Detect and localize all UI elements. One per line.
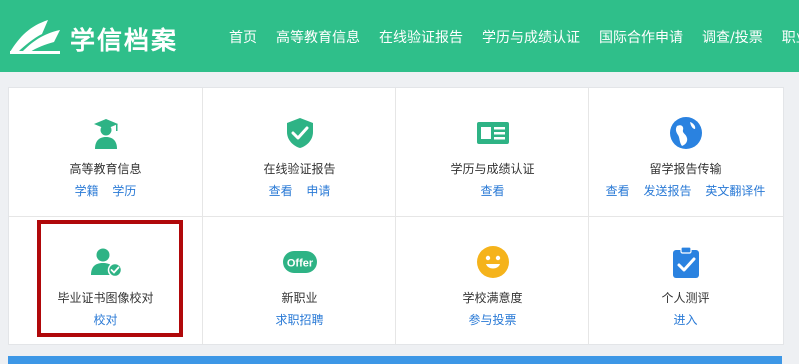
link-view[interactable]: 查看 bbox=[269, 184, 293, 198]
service-school-satisfaction: 学校满意度 参与投票 bbox=[396, 217, 589, 345]
service-title: 留学报告传输 bbox=[649, 162, 722, 176]
service-study-abroad-report: 留学报告传输 查看 发送报告 英文翻译件 bbox=[589, 88, 782, 216]
service-online-verification: 在线验证报告 查看 申请 bbox=[203, 88, 396, 216]
nav-career[interactable]: 职业 bbox=[782, 27, 799, 47]
service-personal-assessment: 个人测评 进入 bbox=[589, 217, 782, 345]
service-title: 学校满意度 bbox=[462, 291, 523, 305]
service-degree-certification: 学历与成绩认证 查看 bbox=[396, 88, 589, 216]
main-nav: 首页 高等教育信息 在线验证报告 学历与成绩认证 国际合作申请 调查/投票 职业 bbox=[229, 27, 799, 47]
offer-badge-text: Offer bbox=[286, 258, 313, 270]
highlight-box bbox=[37, 220, 183, 337]
id-card-icon bbox=[476, 122, 509, 144]
link-view[interactable]: 查看 bbox=[606, 184, 630, 198]
service-title: 新职业 bbox=[281, 291, 318, 305]
nav-higher-education[interactable]: 高等教育信息 bbox=[276, 27, 360, 47]
top-header: 学信档案 首页 高等教育信息 在线验证报告 学历与成绩认证 国际合作申请 调查/… bbox=[0, 0, 799, 72]
service-higher-education: 高等教育信息 学籍 学历 bbox=[9, 88, 202, 216]
nav-survey[interactable]: 调查/投票 bbox=[702, 27, 763, 47]
nav-international[interactable]: 国际合作申请 bbox=[599, 27, 683, 47]
shield-check-icon bbox=[286, 118, 313, 148]
graduate-icon bbox=[93, 119, 118, 149]
link-enter[interactable]: 进入 bbox=[673, 313, 697, 327]
link-student-status[interactable]: 学籍 bbox=[75, 184, 99, 198]
link-vote[interactable]: 参与投票 bbox=[468, 313, 516, 327]
logo-icon[interactable] bbox=[8, 16, 64, 56]
logo-text[interactable]: 学信档案 bbox=[70, 21, 178, 57]
link-english-translation[interactable]: 英文翻译件 bbox=[705, 184, 765, 198]
link-job-recruitment[interactable]: 求职招聘 bbox=[275, 313, 323, 327]
link-send-report[interactable]: 发送报告 bbox=[643, 184, 691, 198]
offer-icon: Offer bbox=[282, 251, 317, 273]
bottom-banner-edge bbox=[8, 356, 782, 364]
nav-degree-certification[interactable]: 学历与成绩认证 bbox=[482, 27, 580, 47]
service-title: 在线验证报告 bbox=[263, 162, 336, 176]
service-title: 个人测评 bbox=[661, 291, 710, 305]
nav-online-verification[interactable]: 在线验证报告 bbox=[379, 27, 463, 47]
link-apply[interactable]: 申请 bbox=[306, 184, 330, 198]
globe-icon bbox=[669, 117, 702, 149]
service-title: 高等教育信息 bbox=[69, 162, 142, 176]
nav-home[interactable]: 首页 bbox=[229, 27, 257, 47]
clipboard-check-icon bbox=[672, 246, 699, 278]
service-new-career: Offer 新职业 求职招聘 bbox=[203, 217, 396, 345]
service-title: 学历与成绩认证 bbox=[450, 162, 535, 176]
smiley-icon bbox=[476, 246, 509, 278]
link-view[interactable]: 查看 bbox=[480, 184, 504, 198]
link-degree[interactable]: 学历 bbox=[112, 184, 136, 198]
